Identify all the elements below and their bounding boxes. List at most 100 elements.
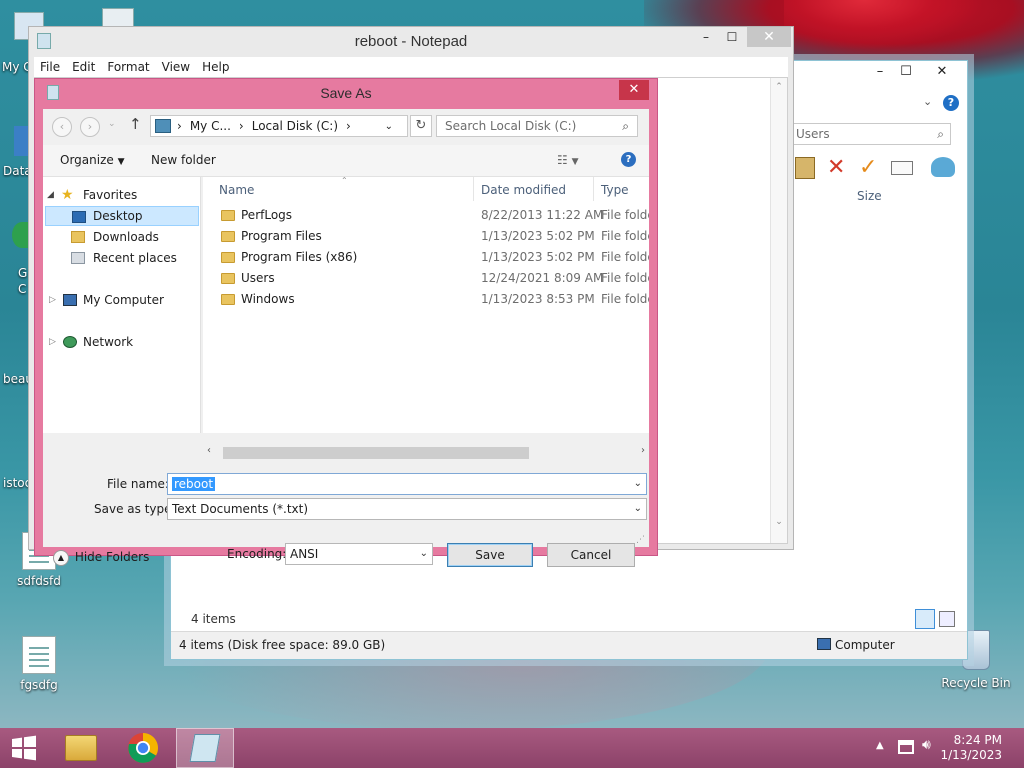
help-icon[interactable]: ? bbox=[621, 152, 636, 167]
scroll-right-arrow-icon[interactable]: › bbox=[641, 445, 645, 456]
file-name-input[interactable]: reboot ⌄ bbox=[167, 473, 647, 495]
expand-arrow-icon[interactable]: ▷ bbox=[49, 290, 56, 310]
column-header-date[interactable]: Date modified bbox=[481, 183, 566, 197]
file-row[interactable]: Program Files (x86) 1/13/2023 5:02 PM Fi… bbox=[203, 247, 649, 268]
save-as-dialog[interactable]: Save As ✕ ‹ › ⌄ ↑ › My C... › Local Disk… bbox=[34, 78, 658, 567]
expand-arrow-icon[interactable]: ◢ bbox=[47, 185, 54, 205]
start-button[interactable] bbox=[0, 728, 48, 768]
resize-grip-icon[interactable]: ⋰ bbox=[636, 535, 645, 545]
details-view-icon[interactable] bbox=[915, 609, 935, 629]
explorer-column-size[interactable]: Size bbox=[857, 189, 882, 203]
clipboard-icon[interactable] bbox=[795, 157, 815, 179]
notepad-maximize-button[interactable]: ☐ bbox=[719, 27, 745, 47]
breadcrumb-local-disk[interactable]: Local Disk (C:) bbox=[252, 119, 338, 133]
tray-overflow-chevron-icon[interactable]: ▲ bbox=[876, 740, 884, 751]
file-row[interactable]: Users 12/24/2021 8:09 AM File folder bbox=[203, 268, 649, 289]
recent-places-icon bbox=[71, 252, 85, 264]
nav-downloads-label: Downloads bbox=[93, 230, 159, 244]
file-list[interactable]: ⌃ Name Date modified Type PerfLogs 8/22/… bbox=[203, 177, 649, 433]
shell-icon[interactable] bbox=[931, 157, 955, 177]
save-type-select[interactable]: Text Documents (*.txt) ⌄ bbox=[167, 498, 647, 520]
file-row[interactable]: Windows 1/13/2023 8:53 PM File folder bbox=[203, 289, 649, 310]
nav-recent-places[interactable]: Recent places bbox=[43, 248, 201, 268]
taskbar-notepad-active[interactable] bbox=[176, 728, 234, 768]
menu-format[interactable]: Format bbox=[101, 60, 155, 74]
search-icon: ⌕ bbox=[622, 119, 629, 133]
explorer-maximize-button[interactable]: ☐ bbox=[891, 61, 921, 83]
checkmark-icon[interactable]: ✓ bbox=[859, 155, 877, 180]
encoding-select[interactable]: ANSI ⌄ bbox=[285, 543, 433, 565]
clock-date: 1/13/2023 bbox=[940, 748, 1002, 762]
menu-file[interactable]: File bbox=[34, 60, 66, 74]
organize-button[interactable]: Organize ▼ bbox=[60, 153, 125, 167]
notepad-vertical-scrollbar[interactable]: ⌃ ⌄ bbox=[770, 78, 787, 543]
menu-view[interactable]: View bbox=[156, 60, 196, 74]
forward-button[interactable]: › bbox=[80, 117, 100, 137]
save-button[interactable]: Save bbox=[447, 543, 533, 567]
navigation-pane[interactable]: ◢ ★ Favorites Desktop Downloads Recent p… bbox=[43, 177, 201, 433]
notepad-close-button[interactable]: ✕ bbox=[747, 27, 791, 47]
column-header-name[interactable]: Name bbox=[219, 183, 254, 197]
dialog-toolbar: Organize ▼ New folder ☷ ▼ ? bbox=[43, 145, 649, 177]
large-icons-view-icon[interactable] bbox=[939, 611, 955, 627]
back-button[interactable]: ‹ bbox=[52, 117, 72, 137]
column-header-type[interactable]: Type bbox=[601, 183, 629, 197]
breadcrumb-separator: › bbox=[177, 119, 182, 133]
scroll-up-arrow-icon[interactable]: ⌃ bbox=[771, 82, 787, 92]
expand-arrow-icon[interactable]: ▷ bbox=[49, 332, 56, 352]
desktop-icon-notepad-file[interactable] bbox=[102, 8, 134, 28]
dialog-search-placeholder: Search Local Disk (C:) bbox=[445, 119, 577, 133]
chevron-down-icon[interactable]: ⌄ bbox=[634, 499, 642, 519]
view-options-icon[interactable]: ☷ ▼ bbox=[557, 153, 579, 167]
save-as-body: ‹ › ⌄ ↑ › My C... › Local Disk (C:) › ⌄ … bbox=[43, 109, 649, 567]
delete-icon[interactable]: ✕ bbox=[827, 155, 845, 180]
volume-tray-icon[interactable]: 🔊︎ bbox=[922, 737, 931, 753]
notepad-minimize-button[interactable]: – bbox=[693, 27, 719, 47]
chrome-icon bbox=[128, 733, 159, 763]
taskbar-file-explorer[interactable] bbox=[54, 728, 108, 768]
save-type-value: Text Documents (*.txt) bbox=[172, 502, 309, 516]
nav-desktop[interactable]: Desktop bbox=[45, 206, 199, 226]
breadcrumb-computer[interactable]: My C... bbox=[190, 119, 231, 133]
rename-icon[interactable] bbox=[891, 161, 913, 175]
explorer-close-button[interactable]: ✕ bbox=[927, 61, 957, 83]
help-icon[interactable]: ? bbox=[943, 95, 959, 111]
cancel-button[interactable]: Cancel bbox=[547, 543, 635, 567]
explorer-search-input[interactable]: Users ⌕ bbox=[791, 123, 951, 145]
chevron-down-icon[interactable]: ⌄ bbox=[634, 474, 642, 494]
file-name: Windows bbox=[241, 292, 295, 306]
dialog-search-input[interactable]: Search Local Disk (C:) ⌕ bbox=[436, 115, 638, 137]
explorer-expand-chevron[interactable]: ⌄ bbox=[923, 95, 932, 108]
recent-locations-chevron-icon[interactable]: ⌄ bbox=[108, 119, 116, 129]
taskbar-chrome[interactable] bbox=[116, 728, 170, 768]
folder-icon bbox=[221, 252, 235, 263]
refresh-button[interactable]: ↻ bbox=[410, 115, 432, 137]
computer-icon bbox=[817, 638, 831, 650]
column-divider bbox=[473, 177, 474, 201]
taskbar-clock[interactable]: 8:24 PM 1/13/2023 bbox=[940, 733, 1002, 763]
nav-downloads[interactable]: Downloads bbox=[43, 227, 201, 247]
desktop-icon-fgsdfg[interactable]: fgsdfg bbox=[4, 636, 74, 692]
nav-my-computer[interactable]: ▷ My Computer bbox=[43, 290, 201, 310]
menu-help[interactable]: Help bbox=[196, 60, 235, 74]
address-bar[interactable]: › My C... › Local Disk (C:) › ⌄ bbox=[150, 115, 408, 137]
new-folder-button[interactable]: New folder bbox=[151, 153, 216, 167]
desktop-icon-label: Recycle Bin bbox=[941, 676, 1011, 690]
nav-favorites[interactable]: ◢ ★ Favorites bbox=[43, 185, 201, 205]
network-tray-icon[interactable] bbox=[898, 740, 914, 754]
nav-network[interactable]: ▷ Network bbox=[43, 332, 201, 352]
scrollbar-thumb[interactable] bbox=[223, 447, 529, 459]
up-arrow-icon[interactable]: ↑ bbox=[129, 115, 142, 133]
file-name-value: reboot bbox=[172, 477, 216, 491]
file-row[interactable]: PerfLogs 8/22/2013 11:22 AM File folder bbox=[203, 205, 649, 226]
save-as-close-button[interactable]: ✕ bbox=[619, 80, 649, 100]
scroll-left-arrow-icon[interactable]: ‹ bbox=[207, 445, 211, 456]
wallpaper-flower-highlight bbox=[784, 0, 984, 50]
address-dropdown-chevron-icon[interactable]: ⌄ bbox=[385, 121, 393, 132]
file-row[interactable]: Program Files 1/13/2023 5:02 PM File fol… bbox=[203, 226, 649, 247]
chevron-down-icon[interactable]: ⌄ bbox=[420, 544, 428, 564]
hide-folders-button[interactable]: ▲ Hide Folders bbox=[53, 547, 149, 567]
menu-edit[interactable]: Edit bbox=[66, 60, 101, 74]
scroll-down-arrow-icon[interactable]: ⌄ bbox=[771, 517, 787, 527]
horizontal-scrollbar[interactable]: ‹ › bbox=[203, 445, 649, 461]
